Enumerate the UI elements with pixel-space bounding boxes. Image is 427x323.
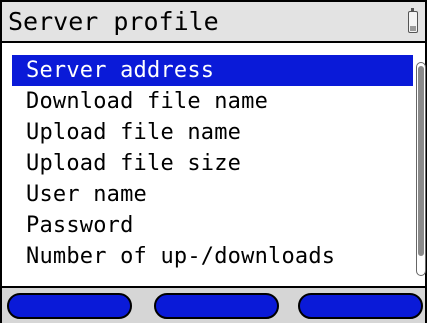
page-title: Server profile [8, 7, 219, 36]
menu-item-download-file-name[interactable]: Download file name [12, 86, 413, 117]
menu-item-server-address[interactable]: Server address [12, 55, 413, 86]
menu-item-user-name[interactable]: User name [12, 179, 413, 210]
softkey-right-button[interactable] [298, 293, 423, 319]
scrollbar-thumb[interactable] [418, 66, 424, 256]
menu-item-password[interactable]: Password [12, 210, 413, 241]
device-screen: Server profile Server address Download f… [0, 0, 427, 323]
menu-item-upload-file-size[interactable]: Upload file size [12, 148, 413, 179]
battery-level [410, 26, 416, 31]
menu-item-number-of-up-downloads[interactable]: Number of up-/downloads [12, 241, 413, 272]
menu-scrollbar[interactable] [416, 62, 426, 276]
title-bar: Server profile [2, 2, 425, 43]
server-profile-menu: Server address Download file name Upload… [12, 55, 413, 272]
softkey-middle-button[interactable] [154, 293, 279, 319]
battery-icon [408, 8, 418, 33]
softkey-bar [2, 286, 425, 323]
softkey-left-button[interactable] [7, 293, 132, 319]
menu-item-upload-file-name[interactable]: Upload file name [12, 117, 413, 148]
